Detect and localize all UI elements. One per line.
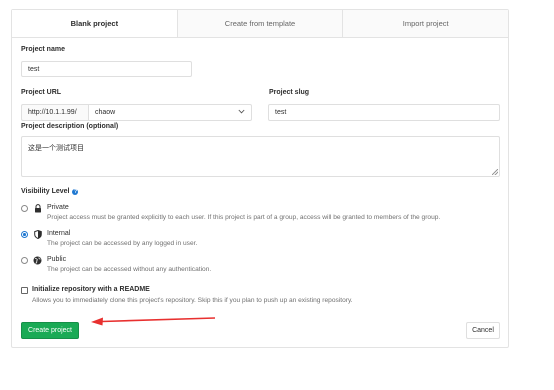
project-url-prefix: http://10.1.1.99/	[21, 104, 88, 121]
initialize-readme-desc: Allows you to immediately clone this pro…	[32, 297, 353, 304]
project-slug-value: test	[275, 109, 287, 116]
resize-handle[interactable]	[492, 169, 498, 175]
annotation-arrow-icon	[91, 317, 216, 326]
visibility-level-text: Visibility Level	[21, 188, 70, 195]
visibility-private-desc: Project access must be granted explicitl…	[47, 214, 441, 221]
project-description-textarea[interactable]: 这是一个测试项目	[21, 136, 500, 177]
visibility-level-label: Visibility Level ?	[21, 188, 79, 195]
shield-icon	[33, 230, 42, 239]
visibility-internal-title: Internal	[47, 230, 71, 237]
project-slug-label: Project slug	[269, 89, 310, 96]
chevron-down-icon	[238, 109, 245, 116]
project-name-input[interactable]: test	[21, 61, 192, 77]
tab-blank-project[interactable]: Blank project	[12, 10, 177, 37]
visibility-private-radio[interactable]	[21, 205, 28, 212]
tab-create-from-template[interactable]: Create from template	[176, 10, 343, 37]
visibility-internal-desc: The project can be accessed by any logge…	[47, 240, 198, 247]
initialize-readme-label: Initialize repository with a README	[32, 286, 150, 293]
namespace-value: chaow	[95, 109, 116, 116]
create-project-button[interactable]: Create project	[21, 322, 79, 339]
project-name-label: Project name	[21, 46, 65, 53]
lock-icon	[33, 204, 42, 213]
cancel-button[interactable]: Cancel	[466, 322, 500, 339]
question-icon[interactable]: ?	[72, 189, 79, 195]
globe-icon	[33, 256, 42, 265]
project-url-prefix-text: http://10.1.1.99/	[28, 109, 77, 116]
visibility-public-radio[interactable]	[21, 257, 28, 264]
visibility-internal-radio[interactable]	[21, 231, 28, 238]
project-description-value: 这是一个测试项目	[28, 145, 84, 152]
project-url-label: Project URL	[21, 89, 62, 96]
namespace-select[interactable]: chaow	[88, 104, 252, 121]
tab-import-project[interactable]: Import project	[342, 10, 508, 37]
project-name-value: test	[28, 65, 40, 73]
visibility-public-title: Public	[47, 256, 67, 263]
project-slug-input[interactable]: test	[268, 104, 500, 121]
project-tabs: Blank project Create from template Impor…	[12, 10, 508, 38]
visibility-public-desc: The project can be accessed without any …	[47, 266, 212, 273]
initialize-readme-checkbox[interactable]	[21, 287, 28, 294]
visibility-private-title: Private	[47, 204, 69, 211]
project-description-label: Project description (optional)	[21, 123, 119, 130]
